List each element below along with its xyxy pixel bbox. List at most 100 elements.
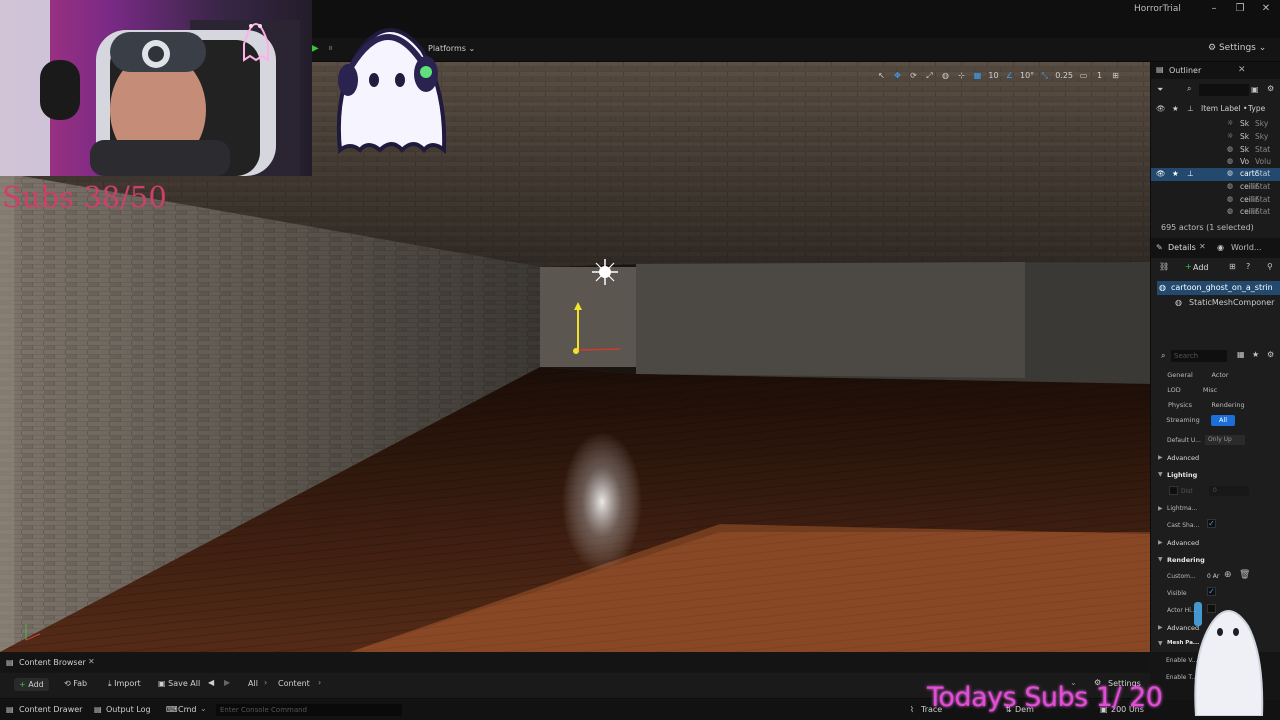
visibility-icon[interactable]: 👁 — [1156, 169, 1166, 178]
link-icon[interactable]: ⚲ — [1267, 262, 1273, 271]
add-content-button[interactable]: + Add — [14, 678, 49, 691]
rotation-snap-value[interactable]: 10° — [1020, 69, 1034, 82]
item-label-column[interactable]: Item Label — [1201, 104, 1241, 113]
path-all[interactable]: All — [248, 679, 258, 688]
scale-snap-icon[interactable]: ⤡ — [1039, 69, 1050, 82]
grid-snap-icon[interactable]: ▦ — [972, 69, 983, 82]
rotation-snap-icon[interactable]: ∠ — [1004, 69, 1015, 82]
lock-icon[interactable]: ⛓ — [1159, 262, 1169, 271]
filter-streaming[interactable]: Streaming — [1163, 415, 1203, 426]
lighting-section[interactable]: Lighting — [1167, 471, 1197, 479]
chevron-right-icon[interactable]: ▶ — [1158, 505, 1163, 512]
close-content-browser-button[interactable]: ✕ — [88, 657, 95, 666]
surface-snap-button[interactable]: ⊹ — [956, 69, 967, 82]
chevron-right-icon[interactable]: ▶ — [1158, 454, 1163, 461]
camera-speed-value[interactable]: 1 — [1094, 69, 1105, 82]
filter-misc[interactable]: Misc — [1195, 385, 1225, 396]
cast-shadow-checkbox[interactable]: ✓ — [1207, 519, 1216, 528]
outliner-row[interactable]: ◍ ceilir Stat — [1151, 206, 1280, 219]
outliner-row-selected[interactable]: 👁 ★ ⊥ ◍ cartc Stat — [1151, 168, 1280, 181]
console-input[interactable]: Enter Console Command — [216, 704, 402, 716]
blueprint-icon[interactable]: ⊞ — [1229, 262, 1236, 271]
camera-speed-icon[interactable]: ▭ — [1078, 69, 1089, 82]
filter-all[interactable]: All — [1211, 415, 1235, 426]
component-row[interactable]: ◍ StaticMeshComponer — [1157, 296, 1280, 310]
dist-checkbox[interactable] — [1169, 486, 1178, 495]
settings-menu[interactable]: ⚙ Settings ⌄ — [1208, 43, 1266, 53]
path-content[interactable]: Content — [278, 679, 310, 688]
outliner-row[interactable]: ☼ Sk Sky — [1151, 118, 1280, 131]
visible-checkbox[interactable]: ✓ — [1207, 587, 1216, 596]
favorite-icon[interactable]: ★ — [1172, 169, 1179, 178]
world-settings-tab[interactable]: World... — [1231, 243, 1262, 252]
help-icon[interactable]: ? — [1246, 262, 1250, 271]
small-ghost-icon — [1194, 602, 1264, 716]
outliner-search-input[interactable] — [1199, 84, 1249, 96]
lightmap-label[interactable]: Lightma... — [1167, 505, 1197, 512]
cmd-dropdown[interactable]: Cmd — [178, 705, 196, 714]
static-mesh-icon: ◍ — [1227, 169, 1234, 177]
fab-button[interactable]: ⟲ Fab — [64, 679, 87, 688]
details-panel: ✎ Details ✕ ◉ World... ⛓ + Add ⊞ ? ⚲ ◍ c… — [1150, 238, 1280, 652]
close-window-button[interactable]: ✕ — [1254, 2, 1278, 16]
filter-general[interactable]: General — [1163, 370, 1197, 381]
scale-mode-button[interactable]: ⤢ — [924, 69, 935, 82]
filter-rendering[interactable]: Rendering — [1205, 400, 1251, 411]
add-component-button[interactable]: Add — [1193, 263, 1209, 272]
add-element-icon[interactable]: ⊕ — [1224, 570, 1232, 580]
select-mode-button[interactable]: ↖ — [876, 69, 887, 82]
details-tab-label[interactable]: Details — [1168, 243, 1196, 252]
content-drawer-button[interactable]: Content Drawer — [19, 705, 82, 714]
chevron-down-icon[interactable]: ▼ — [1158, 556, 1163, 563]
advanced-section-1[interactable]: Advanced — [1167, 454, 1199, 462]
pin-icon[interactable]: ⊥ — [1187, 169, 1194, 178]
scale-snap-value[interactable]: 0.25 — [1055, 69, 1073, 82]
outliner-row[interactable]: ◍ Vo Volu — [1151, 156, 1280, 169]
outliner-row[interactable]: ◍ ceilir Stat — [1151, 194, 1280, 207]
close-outliner-button[interactable]: ✕ — [1238, 65, 1246, 75]
grid-snap-value[interactable]: 10 — [988, 69, 999, 82]
rotate-mode-button[interactable]: ⟳ — [908, 69, 919, 82]
dist-value-field[interactable]: 0 — [1209, 486, 1249, 496]
minimize-button[interactable]: – — [1202, 2, 1226, 16]
gear-icon[interactable]: ⚙ — [1267, 350, 1274, 359]
history-forward-icon[interactable]: ▶ — [224, 678, 230, 687]
filter-physics[interactable]: Physics — [1163, 400, 1197, 411]
outliner-tab[interactable]: ▤ Outliner ✕ — [1151, 62, 1280, 79]
restore-button[interactable]: ❐ — [1228, 2, 1252, 16]
add-component-icon: + — [1185, 262, 1192, 271]
advanced-section-2[interactable]: Advanced — [1167, 539, 1199, 547]
translate-mode-button[interactable]: ✥ — [892, 69, 903, 82]
favorite-icon[interactable]: ★ — [1252, 350, 1259, 359]
grid-view-icon[interactable]: ▦ — [1237, 350, 1245, 359]
component-row-selected[interactable]: ◍ cartoon_ghost_on_a_strin — [1157, 281, 1280, 295]
chevron-right-icon[interactable]: ▶ — [1158, 539, 1163, 546]
rendering-section[interactable]: Rendering — [1167, 556, 1205, 564]
chevron-right-icon[interactable]: ▶ — [1158, 624, 1163, 631]
gear-icon[interactable]: ⚙ — [1267, 84, 1274, 93]
world-space-button[interactable]: ◍ — [940, 69, 951, 82]
history-back-icon[interactable]: ◀ — [208, 678, 214, 687]
save-all-button[interactable]: ▣ Save All — [158, 679, 200, 688]
filter-actor[interactable]: Actor — [1205, 370, 1235, 381]
filter-icon[interactable]: ⏷ — [1157, 85, 1163, 95]
pin-icon: ⊥ — [1187, 104, 1194, 113]
type-column[interactable]: Type — [1248, 104, 1265, 113]
filter-lod[interactable]: LOD — [1163, 385, 1185, 396]
content-browser-tab[interactable]: Content Browser — [19, 658, 86, 667]
play-button[interactable]: ▶ — [311, 42, 325, 56]
default-update-dropdown[interactable]: Only Up — [1205, 435, 1245, 445]
outliner-row[interactable]: ☼ Sk Sky — [1151, 131, 1280, 144]
close-details-button[interactable]: ✕ — [1199, 242, 1206, 251]
outliner-row[interactable]: ◍ ceilir Stat — [1151, 181, 1280, 194]
outliner-row[interactable]: ◍ Sk Stat — [1151, 144, 1280, 157]
import-button[interactable]: ⤓ Import — [108, 679, 141, 689]
folder-add-icon[interactable]: ▣ — [1251, 85, 1259, 94]
details-search-input[interactable]: Search — [1171, 350, 1227, 362]
chevron-down-icon[interactable]: ▼ — [1158, 471, 1163, 478]
maximize-viewport-button[interactable]: ⊞ — [1110, 69, 1121, 82]
trash-icon[interactable]: 🗑 — [1239, 570, 1250, 580]
webcam-overlay — [0, 0, 312, 176]
output-log-button[interactable]: Output Log — [106, 705, 151, 714]
chevron-down-icon[interactable]: ▼ — [1158, 640, 1163, 647]
